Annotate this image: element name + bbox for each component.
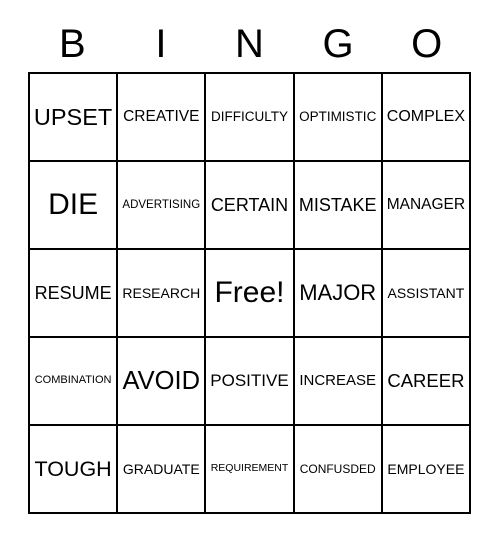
bingo-cell-label: CONFUSDED — [299, 461, 376, 476]
bingo-cell-n2[interactable]: CERTAIN — [206, 162, 295, 250]
bingo-cell-label: EMPLOYEE — [387, 460, 465, 477]
bingo-grid: UPSET CREATIVE DIFFICULTY OPTIMISTIC COM… — [28, 72, 471, 514]
bingo-cell-label: COMPLEX — [386, 107, 466, 125]
bingo-header-letter-g: G — [322, 22, 354, 66]
bingo-cell-label: ADVERTISING — [122, 198, 201, 211]
bingo-cell-b4[interactable]: COMBINATION — [30, 338, 119, 426]
bingo-cell-label: INCREASE — [299, 372, 377, 390]
bingo-cell-n4[interactable]: POSITIVE — [206, 338, 295, 426]
bingo-cell-label: MANAGER — [386, 195, 466, 213]
bingo-cell-b1[interactable]: UPSET — [30, 74, 119, 162]
bingo-cell-o1[interactable]: COMPLEX — [382, 74, 471, 162]
bingo-cell-label: COMBINATION — [34, 374, 112, 387]
free-space-label: Free! — [214, 276, 285, 310]
bingo-cell-n1[interactable]: DIFFICULTY — [206, 74, 295, 162]
bingo-cell-label: CREATIVE — [123, 107, 200, 125]
bingo-cell-b3[interactable]: RESUME — [30, 250, 119, 338]
bingo-cell-label: REQUIREMENT — [210, 462, 289, 475]
bingo-cell-g3[interactable]: MAJOR — [294, 250, 383, 338]
bingo-cell-label: GRADUATE — [122, 460, 200, 477]
bingo-cell-label: MISTAKE — [298, 194, 377, 215]
bingo-cell-label: DIE — [48, 188, 99, 222]
bingo-cell-label: AVOID — [122, 366, 201, 395]
bingo-cell-o5[interactable]: EMPLOYEE — [382, 426, 471, 514]
bingo-cell-label: CERTAIN — [210, 194, 289, 215]
bingo-cell-label: DIFFICULTY — [210, 108, 288, 124]
bingo-cell-free-space[interactable]: Free! — [206, 250, 295, 338]
bingo-cell-label: UPSET — [33, 103, 113, 130]
bingo-cell-i1[interactable]: CREATIVE — [118, 74, 207, 162]
bingo-cell-label: POSITIVE — [210, 371, 289, 391]
bingo-cell-i5[interactable]: GRADUATE — [118, 426, 207, 514]
bingo-cell-i3[interactable]: RESEARCH — [118, 250, 207, 338]
bingo-cell-label: OPTIMISTIC — [299, 108, 377, 124]
bingo-card: B I N G O UPSET CREATIVE DIFFICULTY OPTI… — [0, 0, 500, 544]
bingo-cell-o3[interactable]: ASSISTANT — [382, 250, 471, 338]
bingo-header-letter-b: B — [58, 22, 86, 66]
bingo-header-row: B I N G O — [28, 16, 471, 72]
bingo-cell-g2[interactable]: MISTAKE — [294, 162, 383, 250]
bingo-cell-label: RESEARCH — [122, 284, 201, 301]
bingo-cell-o2[interactable]: MANAGER — [382, 162, 471, 250]
bingo-cell-label: TOUGH — [34, 456, 112, 481]
bingo-cell-label: RESUME — [34, 282, 112, 303]
bingo-cell-label: MAJOR — [299, 280, 377, 306]
bingo-cell-i2[interactable]: ADVERTISING — [118, 162, 207, 250]
bingo-cell-o4[interactable]: CAREER — [382, 338, 471, 426]
bingo-cell-g1[interactable]: OPTIMISTIC — [294, 74, 383, 162]
bingo-cell-b5[interactable]: TOUGH — [30, 426, 119, 514]
bingo-cell-g4[interactable]: INCREASE — [294, 338, 383, 426]
bingo-cell-label: ASSISTANT — [387, 284, 465, 301]
bingo-cell-b2[interactable]: DIE — [30, 162, 119, 250]
bingo-cell-label: CAREER — [387, 370, 465, 392]
bingo-header-letter-o: O — [411, 22, 443, 66]
bingo-cell-n5[interactable]: REQUIREMENT — [206, 426, 295, 514]
bingo-header-letter-n: N — [235, 22, 264, 66]
bingo-header-letter-i: I — [155, 22, 167, 66]
bingo-cell-g5[interactable]: CONFUSDED — [294, 426, 383, 514]
bingo-cell-i4[interactable]: AVOID — [118, 338, 207, 426]
